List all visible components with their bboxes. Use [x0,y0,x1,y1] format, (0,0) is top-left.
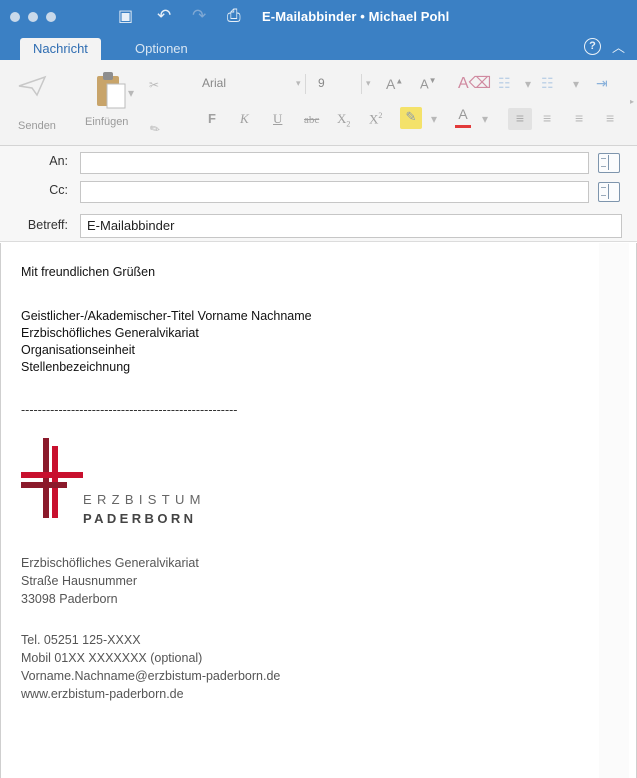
align-left-icon[interactable]: ≡ [508,108,532,130]
zoom-window-button[interactable] [46,12,56,22]
bullet-list-icon[interactable]: ☷ [498,75,511,92]
signature-org: Erzbischöfliches Generalvikariat [21,326,199,340]
website-link[interactable]: www.erzbistum-paderborn.de [21,686,184,702]
cut-icon[interactable]: ✂ [149,78,159,92]
signature-unit: Organisationseinheit [21,343,135,357]
tab-nachricht[interactable]: Nachricht [20,38,101,60]
signature-name: Geistlicher-/Akademischer-Titel Vorname … [21,309,312,323]
chevron-down-icon[interactable]: ▾ [482,112,488,126]
bold-button[interactable]: F [208,111,216,126]
superscript-button[interactable]: X2 [369,111,382,127]
send-button[interactable]: Senden [18,120,56,132]
clear-format-icon[interactable]: A⌫ [458,73,491,93]
subject-field[interactable]: E-Mailabbinder [80,214,622,238]
strikethrough-button[interactable]: abc [304,114,319,126]
chevron-down-icon: ▾ [366,78,371,88]
attach-icon[interactable]: ⎙ [227,6,241,26]
title-bar: ▣ ↶ ↷ ⎙ E-Mailabbinder • Michael Pohl [0,0,637,34]
paste-icon[interactable] [93,70,127,110]
save-icon[interactable]: ▣ [118,6,133,26]
shrink-font-button[interactable]: A▼ [420,76,437,91]
chevron-down-icon[interactable]: ▾ [525,77,531,91]
format-painter-icon[interactable]: ✎ [147,120,163,137]
minimize-window-button[interactable] [28,12,38,22]
address-line: 33098 Paderborn [21,592,118,606]
subject-label: Betreff: [27,218,68,232]
address-line: Erzbischöfliches Generalvikariat [21,556,199,570]
underline-button[interactable]: U [273,111,282,127]
chevron-down-icon: ▾ [296,78,301,88]
chevron-down-icon[interactable]: ▾ [431,112,437,126]
font-name-select[interactable]: Arial [198,74,306,94]
scrollbar-track[interactable] [599,243,629,778]
address-book-icon[interactable] [598,182,620,202]
to-label: An: [49,154,68,168]
cc-field[interactable] [80,181,589,203]
highlight-icon[interactable]: ✎ [400,107,422,129]
cc-label: Cc: [49,183,68,197]
mobile-line: Mobil 01XX XXXXXXX (optional) [21,651,203,665]
paste-button[interactable]: Einfügen [85,116,128,128]
ribbon-more-icon[interactable]: ▸ [630,97,634,106]
signature-position: Stellenbezeichnung [21,360,131,374]
address-line: Straße Hausnummer [21,574,138,588]
tab-optionen[interactable]: Optionen [122,38,201,60]
email-link[interactable]: Vorname.Nachname@erzbistum-paderborn.de [21,668,280,684]
italic-button[interactable]: K [240,111,249,127]
to-field[interactable] [80,152,589,174]
greeting: Mit freundlichen Grüßen [21,265,156,279]
font-size-select[interactable]: 9 [314,74,362,94]
grow-font-button[interactable]: A▲ [386,76,403,92]
ribbon-tabs: Nachricht Optionen ? ︿ [0,34,637,60]
align-center-icon[interactable]: ≡ [543,110,551,126]
align-right-icon[interactable]: ≡ [575,110,583,126]
indent-icon[interactable]: ⇥ [596,75,608,92]
subscript-button[interactable]: X2 [337,111,350,129]
ribbon: Senden ▾ Einfügen ✂ ✎ Arial ▾ 9 ▾ A▲ A▼ … [0,60,637,146]
logo-text-erzbistum: ERZBISTUM [83,492,206,507]
collapse-icon[interactable]: ︿ [612,37,625,56]
phone-line: Tel. 05251 125-XXXX [21,633,141,647]
justify-icon[interactable]: ≡ [606,110,614,126]
separator-line: ----------------------------------------… [21,403,238,417]
close-window-button[interactable] [10,12,20,22]
chevron-down-icon[interactable]: ▾ [573,77,579,91]
numbered-list-icon[interactable]: ☷ [541,75,554,92]
address-book-icon[interactable] [598,153,620,173]
cross-logo-icon [21,438,83,518]
window-title: E-Mailabbinder • Michael Pohl [262,9,450,24]
help-icon[interactable]: ? [584,38,601,55]
paste-dropdown-icon[interactable]: ▾ [128,86,134,100]
send-icon [18,75,47,97]
undo-icon[interactable]: ↶ [157,6,171,26]
message-header: An: Cc: Betreff: E-Mailabbinder [0,146,637,242]
font-color-icon[interactable]: A [452,106,474,130]
message-body[interactable]: Mit freundlichen Grüßen Geistlicher-/Aka… [0,243,637,778]
logo-text-paderborn: PADERBORN [83,511,197,526]
redo-icon[interactable]: ↷ [192,6,206,26]
